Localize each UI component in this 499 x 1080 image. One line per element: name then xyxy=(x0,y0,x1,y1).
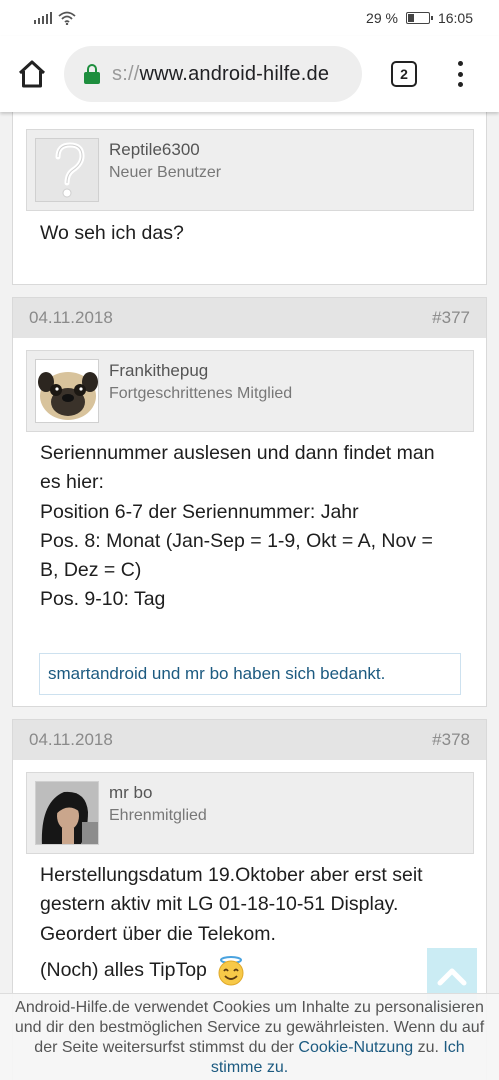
user-avatar-image xyxy=(36,782,98,844)
url-text: s://www.android-hilfe.de xyxy=(112,63,329,86)
wifi-icon xyxy=(58,11,76,25)
avatar-placeholder[interactable] xyxy=(35,138,99,202)
post-message: Herstellungsdatum 19.Oktober aber erst s… xyxy=(40,861,470,987)
username[interactable]: Frankithepug xyxy=(109,361,208,381)
user-info: Reptile6300 Neuer Benutzer xyxy=(26,129,474,211)
battery-percent: 29 % xyxy=(366,10,398,26)
message-line: B, Dez = C) xyxy=(40,559,142,582)
url-scheme: s:// xyxy=(112,62,140,85)
username[interactable]: Reptile6300 xyxy=(109,140,200,160)
clock: 16:05 xyxy=(437,10,473,26)
pug-avatar-image xyxy=(38,372,98,420)
message-line: es hier: xyxy=(40,471,104,494)
tabs-icon[interactable]: 2 xyxy=(391,61,417,87)
browser-toolbar: s://www.android-hilfe.de 2 xyxy=(0,36,499,112)
chevron-up-icon xyxy=(437,968,467,986)
avatar[interactable] xyxy=(35,359,99,423)
accept-link-part1[interactable]: Ich xyxy=(443,1039,464,1056)
status-left xyxy=(34,11,76,25)
post: 04.11.2018 #377 Frankithepug Fortgeschri… xyxy=(12,297,487,707)
post: Reptile6300 Neuer Benutzer Wo seh ich da… xyxy=(12,112,487,285)
cookie-text: zu. xyxy=(413,1039,444,1056)
post-header: 04.11.2018 #377 xyxy=(13,298,486,338)
accept-link-part2[interactable]: stimme zu. xyxy=(211,1059,288,1076)
status-bar: 29 % 16:05 xyxy=(0,0,499,36)
message-line: Pos. 9-10: Tag xyxy=(40,588,166,611)
post-header: 04.11.2018 #378 xyxy=(13,720,486,760)
message-line-text: (Noch) alles TipTop xyxy=(40,959,207,982)
username[interactable]: mr bo xyxy=(109,783,152,803)
message-line: Seriennummer auslesen und dann findet ma… xyxy=(40,442,435,464)
cookie-text-line: und dir den bestmöglichen Service zu gew… xyxy=(14,1019,485,1036)
user-rank: Ehrenmitglied xyxy=(109,807,207,824)
cookie-text-line: der Seite weitersurfst stimmst du der Co… xyxy=(4,1038,495,1058)
signal-icon xyxy=(34,12,52,24)
cookie-policy-link[interactable]: Cookie-Nutzung xyxy=(298,1039,413,1056)
question-mark-icon xyxy=(55,142,85,198)
message-line: Position 6-7 der Seriennummer: Jahr xyxy=(40,500,359,523)
post-number-link[interactable]: #377 xyxy=(432,308,470,328)
status-right: 29 % 16:05 xyxy=(366,10,473,26)
user-rank: Fortgeschrittenes Mitglied xyxy=(109,385,293,402)
avatar[interactable] xyxy=(35,781,99,845)
thanks-box: smartandroid und mr bo haben sich bedank… xyxy=(39,653,461,695)
cookie-notice: Android-Hilfe.de verwendet Cookies um In… xyxy=(0,993,499,1080)
overflow-menu-icon[interactable] xyxy=(452,58,468,90)
cookie-text-line: stimme zu. xyxy=(4,1058,495,1078)
home-icon[interactable] xyxy=(14,56,50,92)
url-host: www.android-hilfe.de xyxy=(139,62,330,85)
address-bar[interactable]: s://www.android-hilfe.de xyxy=(64,46,362,102)
thanks-text[interactable]: smartandroid und mr bo haben sich bedank… xyxy=(48,664,385,684)
tab-count: 2 xyxy=(400,66,408,82)
cookie-text-line: Android-Hilfe.de verwendet Cookies um In… xyxy=(15,999,484,1016)
user-rank: Neuer Benutzer xyxy=(109,164,222,181)
message-line: Wo seh ich das? xyxy=(40,222,184,244)
post-date: 04.11.2018 xyxy=(29,730,113,749)
message-line: Pos. 8: Monat (Jan-Sep = 1-9, Okt = A, N… xyxy=(40,529,433,552)
post-number-link[interactable]: #378 xyxy=(432,730,470,750)
message-line: Geordert über die Telekom. xyxy=(40,922,276,945)
post-message: Wo seh ich das? xyxy=(40,219,470,248)
message-line: (Noch) alles TipTop xyxy=(40,955,470,987)
user-info: mr bo Ehrenmitglied xyxy=(26,772,474,854)
post-message: Seriennummer auslesen und dann findet ma… xyxy=(40,439,470,615)
user-info: Frankithepug Fortgeschrittenes Mitglied xyxy=(26,350,474,432)
thread-content: Reptile6300 Neuer Benutzer Wo seh ich da… xyxy=(0,112,499,1080)
battery-icon xyxy=(405,12,433,24)
message-line: Herstellungsdatum 19.Oktober aber erst s… xyxy=(40,864,423,886)
cookie-text: der Seite weitersurfst stimmst du der xyxy=(34,1039,299,1056)
message-line: gestern aktiv mit LG 01-18-10-51 Display… xyxy=(40,893,399,916)
post-date: 04.11.2018 xyxy=(29,308,113,327)
angel-smiley-icon xyxy=(218,955,244,986)
lock-icon xyxy=(84,64,100,84)
